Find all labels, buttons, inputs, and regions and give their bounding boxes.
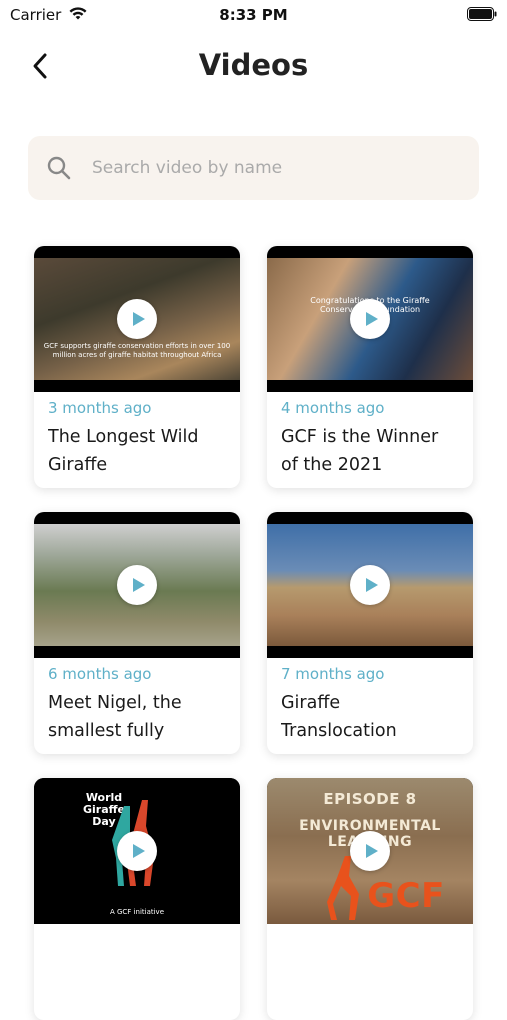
battery-icon (467, 7, 497, 21)
play-button[interactable] (117, 831, 157, 871)
play-icon (132, 844, 145, 858)
thumbnail-caption: GCF supports giraffe conservation effort… (43, 342, 231, 359)
video-title[interactable]: GCF is the Winner of the 2021 (281, 423, 459, 479)
video-thumbnail[interactable]: EPISODE 8 ENVIRONMENTAL LEARNING GCF (267, 778, 473, 924)
video-title[interactable]: The Longest Wild Giraffe (48, 423, 226, 479)
video-age: 6 months ago (48, 665, 152, 683)
video-card[interactable]: GCF supports giraffe conservation effort… (34, 246, 240, 488)
play-button[interactable] (117, 299, 157, 339)
play-button[interactable] (117, 565, 157, 605)
video-title[interactable]: Giraffe Translocation (281, 689, 459, 745)
thumbnail-caption: GCF (367, 876, 445, 916)
video-card[interactable]: 6 months ago Meet Nigel, the smallest fu… (34, 512, 240, 754)
play-icon (365, 578, 378, 592)
video-grid: GCF supports giraffe conservation effort… (34, 246, 474, 1020)
video-thumbnail[interactable] (34, 512, 240, 658)
video-thumbnail[interactable]: World Giraffe Day A GCF initiative (34, 778, 240, 924)
header: Videos (0, 38, 507, 94)
video-age: 4 months ago (281, 399, 385, 417)
video-title[interactable]: Meet Nigel, the smallest fully (48, 689, 226, 745)
thumbnail-caption: EPISODE 8 (323, 790, 417, 808)
video-thumbnail[interactable] (267, 512, 473, 658)
page-title: Videos (198, 48, 309, 82)
video-card[interactable]: EPISODE 8 ENVIRONMENTAL LEARNING GCF (267, 778, 473, 1020)
play-icon (132, 312, 145, 326)
thumbnail-caption: A GCF initiative (109, 908, 165, 916)
video-thumbnail[interactable]: GCF supports giraffe conservation effort… (34, 246, 240, 392)
video-thumbnail[interactable]: Congratulations to the Giraffe Conservat… (267, 246, 473, 392)
play-icon (132, 578, 145, 592)
video-age: 3 months ago (48, 399, 152, 417)
video-age: 7 months ago (281, 665, 385, 683)
play-button[interactable] (350, 831, 390, 871)
status-bar: Carrier 8:33 PM (0, 0, 507, 34)
search-icon (47, 156, 71, 180)
play-icon (365, 844, 378, 858)
video-card[interactable]: Congratulations to the Giraffe Conservat… (267, 246, 473, 488)
play-button[interactable] (350, 299, 390, 339)
clock: 8:33 PM (219, 6, 288, 24)
video-card[interactable]: 7 months ago Giraffe Translocation (267, 512, 473, 754)
search-bar[interactable] (28, 136, 479, 200)
search-input[interactable] (90, 157, 454, 179)
video-card[interactable]: World Giraffe Day A GCF initiative (34, 778, 240, 1020)
play-icon (365, 312, 378, 326)
play-button[interactable] (350, 565, 390, 605)
